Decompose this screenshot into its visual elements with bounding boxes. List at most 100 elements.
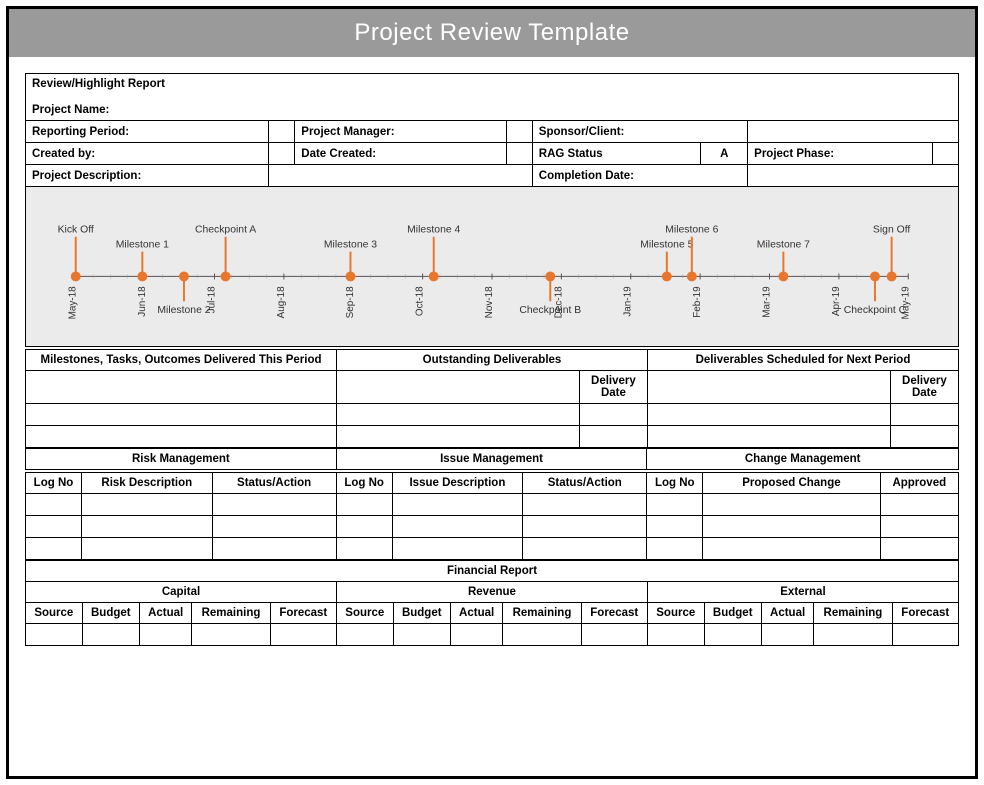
mgmt-cell[interactable] bbox=[26, 538, 82, 560]
svg-text:Aug-18: Aug-18 bbox=[276, 286, 287, 318]
delivery-date-head: Delivery Date bbox=[579, 371, 647, 404]
deliv-cell[interactable] bbox=[337, 404, 580, 426]
deliv-cell[interactable] bbox=[26, 404, 337, 426]
svg-text:Milestone 7: Milestone 7 bbox=[757, 240, 810, 251]
mgmt-cell[interactable] bbox=[26, 494, 82, 516]
mgmt-cell[interactable] bbox=[212, 516, 336, 538]
fin-remaining: Remaining bbox=[814, 603, 892, 624]
fin-cell[interactable] bbox=[82, 624, 139, 646]
project-phase-value[interactable] bbox=[933, 143, 959, 165]
mgmt-cell[interactable] bbox=[81, 538, 212, 560]
risk-mgmt-head: Risk Management bbox=[26, 449, 337, 470]
project-description-value[interactable] bbox=[269, 165, 532, 187]
svg-text:Milestone 1: Milestone 1 bbox=[116, 240, 169, 251]
svg-text:Mar-19: Mar-19 bbox=[762, 286, 773, 318]
fin-external-head: External bbox=[647, 582, 958, 603]
fin-remaining: Remaining bbox=[192, 603, 270, 624]
mgmt-cell[interactable] bbox=[523, 538, 647, 560]
date-created-value[interactable] bbox=[506, 143, 532, 165]
deliv-cell[interactable] bbox=[26, 371, 337, 404]
mgmt-cell[interactable] bbox=[703, 516, 880, 538]
mgmt-cell[interactable] bbox=[880, 494, 958, 516]
log-no-head: Log No bbox=[26, 473, 82, 494]
fin-cell[interactable] bbox=[139, 624, 191, 646]
sponsor-client-value[interactable] bbox=[748, 121, 959, 143]
mgmt-cell[interactable] bbox=[212, 538, 336, 560]
fin-cell[interactable] bbox=[393, 624, 450, 646]
mgmt-cell[interactable] bbox=[392, 494, 523, 516]
svg-text:Milestone 2: Milestone 2 bbox=[157, 305, 210, 316]
fin-capital-head: Capital bbox=[26, 582, 337, 603]
completion-date-value[interactable] bbox=[748, 165, 959, 187]
rag-status-label: RAG Status bbox=[532, 143, 701, 165]
deliv-cell[interactable] bbox=[579, 404, 647, 426]
deliv-cell[interactable] bbox=[647, 426, 890, 448]
svg-text:Checkpoint C: Checkpoint C bbox=[844, 305, 907, 316]
mgmt-cell[interactable] bbox=[647, 494, 703, 516]
fin-source: Source bbox=[647, 603, 704, 624]
document-frame: Project Review Template Review/Highlight… bbox=[6, 6, 978, 779]
fin-cell[interactable] bbox=[761, 624, 813, 646]
reporting-period-value[interactable] bbox=[269, 121, 295, 143]
deliv-cell[interactable] bbox=[337, 426, 580, 448]
reporting-period-label: Reporting Period: bbox=[26, 121, 269, 143]
fin-cell[interactable] bbox=[892, 624, 958, 646]
mgmt-cell[interactable] bbox=[392, 516, 523, 538]
project-description-label: Project Description: bbox=[26, 165, 269, 187]
mgmt-cell[interactable] bbox=[647, 516, 703, 538]
mgmt-cell[interactable] bbox=[703, 494, 880, 516]
fin-revenue-head: Revenue bbox=[336, 582, 647, 603]
mgmt-cell[interactable] bbox=[703, 538, 880, 560]
mgmt-cell[interactable] bbox=[880, 538, 958, 560]
project-manager-label: Project Manager: bbox=[295, 121, 507, 143]
fin-cell[interactable] bbox=[270, 624, 336, 646]
fin-cell[interactable] bbox=[192, 624, 270, 646]
svg-text:Milestone 6: Milestone 6 bbox=[665, 225, 718, 236]
svg-text:Jun-18: Jun-18 bbox=[137, 286, 148, 317]
mgmt-cell[interactable] bbox=[523, 494, 647, 516]
approved-head: Approved bbox=[880, 473, 958, 494]
deliv-cell[interactable] bbox=[647, 404, 890, 426]
deliv-cell[interactable] bbox=[647, 371, 890, 404]
fin-cell[interactable] bbox=[814, 624, 892, 646]
project-manager-value[interactable] bbox=[506, 121, 532, 143]
page-title: Project Review Template bbox=[9, 9, 975, 57]
fin-cell[interactable] bbox=[647, 624, 704, 646]
header-table: Review/Highlight Report Project Name: Re… bbox=[25, 73, 959, 187]
issue-desc-head: Issue Description bbox=[392, 473, 523, 494]
log-no-head: Log No bbox=[336, 473, 392, 494]
svg-text:Checkpoint A: Checkpoint A bbox=[195, 225, 256, 236]
deliv-cell[interactable] bbox=[579, 426, 647, 448]
mgmt-cell[interactable] bbox=[81, 494, 212, 516]
mgmt-cell[interactable] bbox=[81, 516, 212, 538]
delivery-date-head: Delivery Date bbox=[890, 371, 958, 404]
fin-cell[interactable] bbox=[704, 624, 761, 646]
created-by-value[interactable] bbox=[269, 143, 295, 165]
fin-cell[interactable] bbox=[503, 624, 581, 646]
deliv-col3-head: Deliverables Scheduled for Next Period bbox=[647, 350, 958, 371]
mgmt-cell[interactable] bbox=[336, 538, 392, 560]
rag-status-value: A bbox=[701, 143, 748, 165]
fin-cell[interactable] bbox=[450, 624, 502, 646]
deliv-cell[interactable] bbox=[26, 426, 337, 448]
svg-text:Feb-19: Feb-19 bbox=[692, 286, 703, 318]
deliv-cell[interactable] bbox=[890, 404, 958, 426]
mgmt-cell[interactable] bbox=[392, 538, 523, 560]
fin-cell[interactable] bbox=[336, 624, 393, 646]
deliv-cell[interactable] bbox=[890, 426, 958, 448]
mgmt-cell[interactable] bbox=[880, 516, 958, 538]
mgmt-cell[interactable] bbox=[647, 538, 703, 560]
svg-text:Milestone 3: Milestone 3 bbox=[324, 240, 377, 251]
mgmt-cell[interactable] bbox=[336, 516, 392, 538]
svg-text:Jan-19: Jan-19 bbox=[623, 286, 634, 317]
mgmt-cell[interactable] bbox=[26, 516, 82, 538]
fin-actual: Actual bbox=[761, 603, 813, 624]
mgmt-cell[interactable] bbox=[523, 516, 647, 538]
created-by-label: Created by: bbox=[26, 143, 269, 165]
mgmt-cell[interactable] bbox=[212, 494, 336, 516]
fin-cell[interactable] bbox=[581, 624, 647, 646]
fin-cell[interactable] bbox=[26, 624, 83, 646]
fin-forecast: Forecast bbox=[270, 603, 336, 624]
mgmt-cell[interactable] bbox=[336, 494, 392, 516]
deliv-cell[interactable] bbox=[337, 371, 580, 404]
